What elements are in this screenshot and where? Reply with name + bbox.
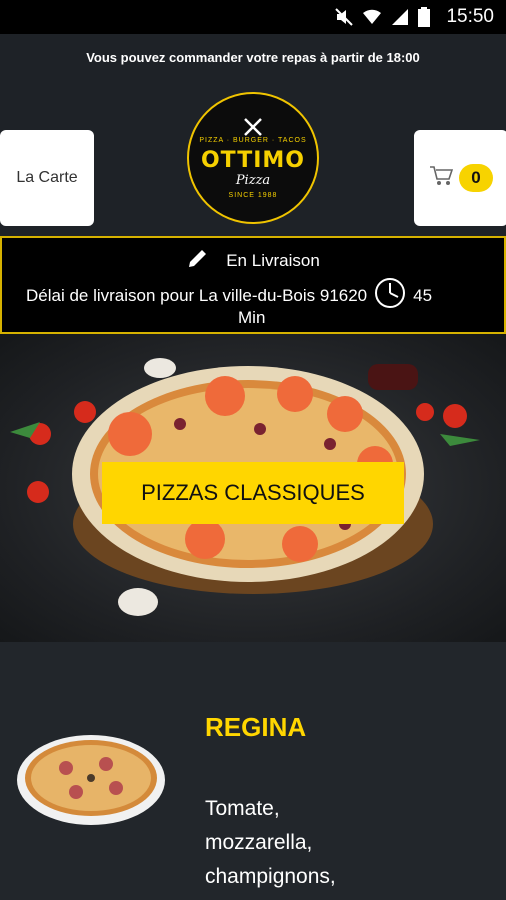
category-title: PIZZAS CLASSIQUES [102, 462, 404, 524]
restaurant-logo[interactable]: PIZZA · BURGER · TACOS OTTIMO Pizza SINC… [187, 92, 319, 224]
logo-top-text: PIZZA · BURGER · TACOS [199, 137, 307, 144]
clock-icon [373, 276, 407, 315]
product-card[interactable]: REGINA Tomate, mozzarella, champignons, [0, 642, 506, 900]
product-description: Tomate, mozzarella, champignons, [205, 792, 365, 894]
category-hero[interactable]: PIZZAS CLASSIQUES [0, 334, 506, 642]
wifi-icon [362, 7, 382, 27]
menu-button-label: La Carte [16, 169, 78, 186]
delivery-mode: En Livraison [226, 250, 320, 270]
delivery-time-value: 45 [413, 285, 433, 305]
product-desc-line: mozzarella, [205, 831, 313, 854]
opening-notice: Vous pouvez commander votre repas à part… [86, 50, 420, 65]
delivery-time-unit: Min [238, 308, 266, 327]
product-image [17, 735, 165, 825]
cart-count-badge: 0 [459, 164, 493, 192]
product-desc-line: champignons, [205, 865, 336, 888]
status-time: 15:50 [446, 6, 494, 27]
cart-icon [429, 165, 454, 192]
logo-since: SINCE 1988 [228, 192, 278, 199]
product-desc-line: Tomate, [205, 797, 280, 820]
signal-icon [390, 7, 410, 27]
cart-button[interactable]: 0 [414, 130, 506, 226]
mute-icon [334, 7, 354, 27]
header: La Carte PIZZA · BURGER · TACOS OTTIMO P… [0, 84, 506, 232]
logo-subtitle: Pizza [235, 173, 271, 188]
menu-button[interactable]: La Carte [0, 130, 94, 226]
status-bar: 15:50 [0, 0, 506, 34]
pencil-icon[interactable] [186, 246, 210, 275]
delivery-area-text: Délai de livraison pour La ville-du-Bois… [26, 285, 368, 305]
logo-name: OTTIMO [200, 148, 305, 173]
fork-knife-icon [244, 118, 262, 136]
product-name: REGINA [205, 712, 307, 742]
delivery-info[interactable]: En Livraison Délai de livraison pour La … [0, 236, 506, 334]
battery-icon [418, 7, 438, 27]
